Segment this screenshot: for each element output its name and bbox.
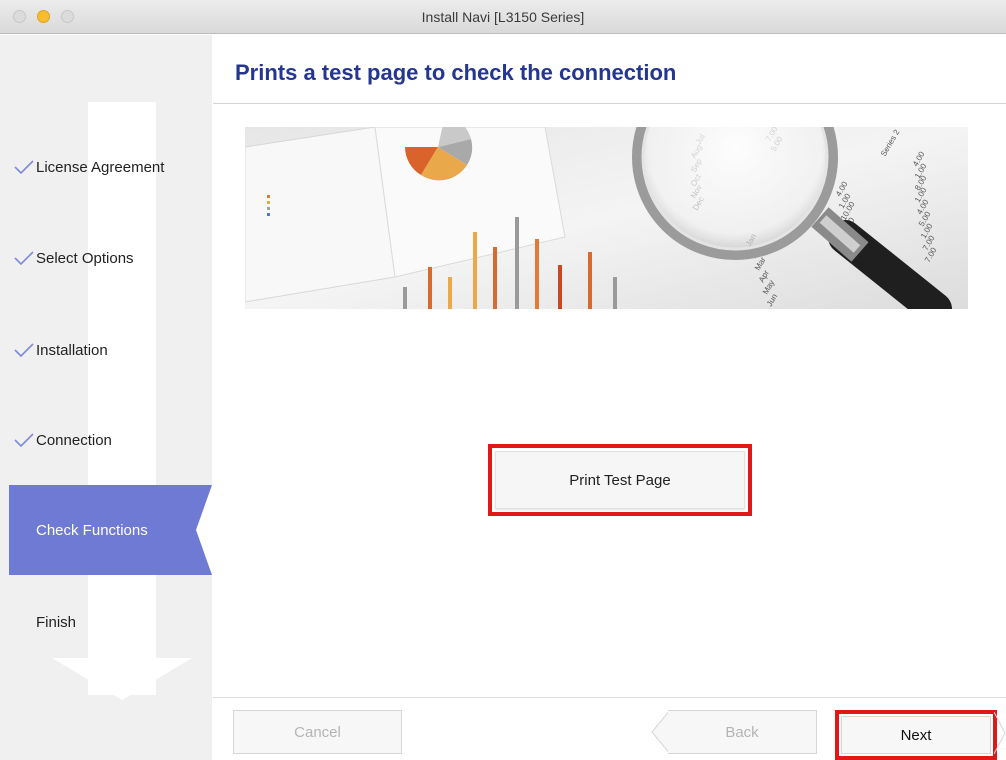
magnifier-illustration: Jul Aug Sep Oct Nov Dec 7.00 5.00 Series… (245, 127, 968, 309)
check-icon (14, 251, 34, 265)
check-icon (14, 433, 34, 447)
footer-divider (213, 697, 1006, 698)
step-label: Installation (36, 341, 108, 359)
next-button-arrow-tip (994, 712, 1006, 754)
page-title: Prints a test page to check the connecti… (235, 60, 677, 85)
print-test-page-button[interactable]: Print Test Page (495, 451, 745, 509)
step-select-options: Select Options (0, 243, 212, 273)
step-label: Select Options (36, 249, 134, 267)
step-finish: Finish (0, 607, 212, 637)
active-step-notch (196, 485, 212, 575)
step-label: Finish (36, 613, 77, 631)
step-connection: Connection (0, 425, 212, 455)
step-label: License Agreement (36, 158, 165, 176)
back-button[interactable]: Back (668, 710, 817, 754)
step-license-agreement: License Agreement (0, 152, 212, 182)
hero-illustration: Jul Aug Sep Oct Nov Dec 7.00 5.00 Series… (245, 127, 968, 309)
progress-arrow-head (52, 658, 192, 700)
print-test-page-highlight: Print Test Page (488, 444, 752, 516)
back-button-arrow-tip (650, 710, 670, 754)
steps-sidebar: License Agreement Select Options Install… (0, 35, 212, 760)
step-installation: Installation (0, 335, 212, 365)
check-icon (14, 160, 34, 174)
cancel-button[interactable]: Cancel (233, 710, 402, 754)
title-divider (213, 103, 1006, 104)
check-icon (14, 343, 34, 357)
window-title: Install Navi [L3150 Series] (421, 9, 585, 25)
next-button[interactable]: Next (841, 716, 991, 754)
next-button-highlight: Next (835, 710, 997, 760)
step-label: Check Functions (36, 521, 148, 539)
window-titlebar: Install Navi [L3150 Series] (0, 0, 1006, 34)
step-check-functions: Check Functions (9, 485, 212, 575)
step-label: Connection (36, 431, 112, 449)
